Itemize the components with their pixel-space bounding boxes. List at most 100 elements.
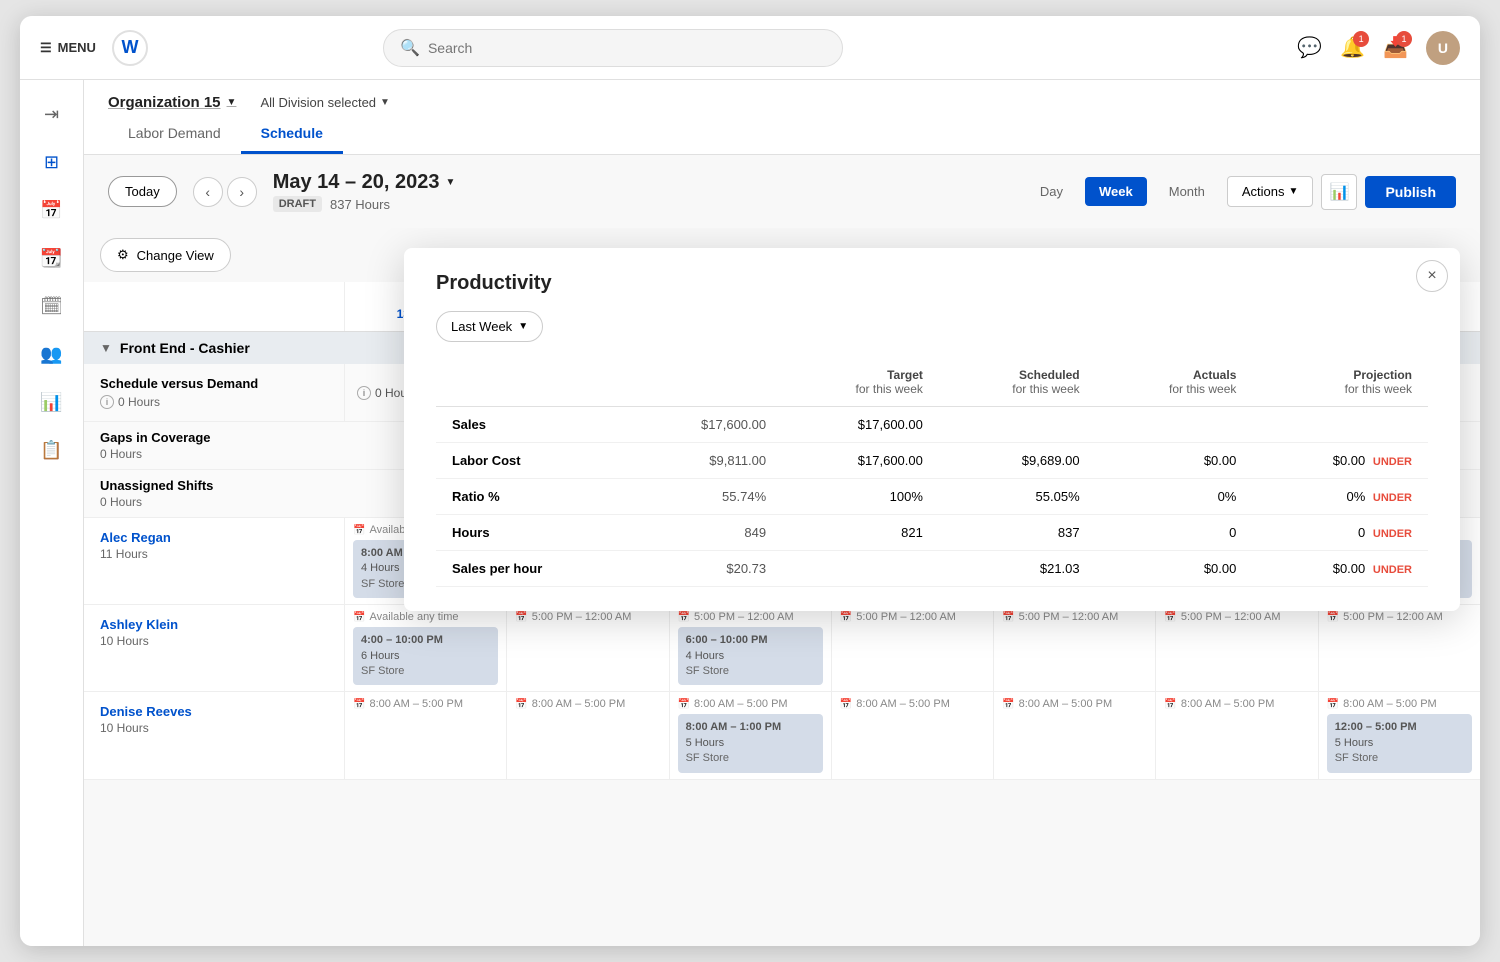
calendar-small-icon: 📅 [1327, 612, 1339, 623]
avail-ashley-tue: 📅 5:00 PM – 12:00 AM [678, 611, 823, 623]
menu-button[interactable]: ☰ MENU [40, 40, 96, 56]
table-row-hours: Hours 849 821 837 0 0 UNDER [436, 515, 1428, 551]
month-view-button[interactable]: Month [1155, 177, 1219, 206]
hamburger-icon: ☰ [40, 40, 52, 56]
publish-button[interactable]: Publish [1365, 176, 1456, 208]
calendar-small-icon: 📅 [353, 525, 365, 536]
projection-sales [1252, 407, 1428, 443]
prev-week-button[interactable]: ‹ [193, 177, 223, 207]
avail-denise-wed: 📅 8:00 AM – 5:00 PM [840, 698, 985, 710]
projection-salesperhour: $0.00 UNDER [1252, 551, 1428, 587]
sidebar-item-calendar2[interactable]: 📆 [30, 236, 74, 280]
calendar-icon: 📅 [40, 200, 62, 221]
employee-name-denise[interactable]: Denise Reeves [100, 704, 328, 719]
shift-denise-sat[interactable]: 12:00 – 5:00 PM 5 Hours SF Store [1327, 714, 1472, 772]
calendar-small-icon: 📅 [1164, 612, 1176, 623]
pin-icon: ⇥ [44, 104, 59, 125]
metric-ratio: Ratio % [436, 479, 629, 515]
shift-ashley-sun[interactable]: 4:00 – 10:00 PM 6 Hours SF Store [353, 627, 498, 685]
target-laborcost: $17,600.00 [782, 443, 939, 479]
table-header-row: Target for this week Scheduled for this … [436, 362, 1428, 407]
employee-name-alec[interactable]: Alec Regan [100, 530, 328, 545]
actuals-salesperhour: $0.00 [1096, 551, 1253, 587]
projection-laborcost: $0.00 UNDER [1252, 443, 1428, 479]
gaps-hours: 0 Hours [100, 447, 328, 461]
cell-denise-tue[interactable]: 📅 8:00 AM – 5:00 PM 8:00 AM – 1:00 PM 5 … [669, 692, 831, 778]
shift-denise-tue[interactable]: 8:00 AM – 1:00 PM 5 Hours SF Store [678, 714, 823, 772]
tab-schedule[interactable]: Schedule [241, 115, 343, 154]
sidebar-item-calendar1[interactable]: 📅 [30, 188, 74, 232]
sidebar-item-dashboard[interactable]: ⊞ [30, 140, 74, 184]
section-collapse-icon: ▼ [100, 341, 112, 355]
last-week-button[interactable]: Last Week ▼ [436, 311, 543, 342]
metric-hours: Hours [436, 515, 629, 551]
info-icon: i [100, 395, 114, 409]
unassigned-label-text: Unassigned Shifts [100, 478, 328, 493]
col-actuals: Actuals for this week [1096, 362, 1253, 407]
bar-chart-icon: 📊 [40, 392, 62, 413]
sidebar-item-people[interactable]: 👥 [30, 332, 74, 376]
shift-ashley-tue[interactable]: 6:00 – 10:00 PM 4 Hours SF Store [678, 627, 823, 685]
modal-close-button[interactable]: × [1416, 260, 1448, 292]
cell-denise-sat[interactable]: 📅 8:00 AM – 5:00 PM 12:00 – 5:00 PM 5 Ho… [1318, 692, 1480, 778]
schedule-area: ⚙ Change View Sun 14 139 Hours Mon 15 Tu… [84, 228, 1480, 946]
change-view-label: Change View [137, 248, 214, 263]
col-projection: Projection for this week [1252, 362, 1428, 407]
under-badge-salesperhour: UNDER [1373, 564, 1412, 576]
col-target: Target for this week [782, 362, 939, 407]
messages-button[interactable]: 💬 [1297, 35, 1322, 60]
menu-label: MENU [58, 40, 96, 55]
org-name-selector[interactable]: Organization 15 ▼ [108, 94, 236, 111]
value-hours: 849 [629, 515, 782, 551]
cell-ashley-fri: 📅 5:00 PM – 12:00 AM [1155, 605, 1317, 691]
cell-denise-sun: 📅 8:00 AM – 5:00 PM [344, 692, 506, 778]
notification-badge: 1 [1353, 31, 1369, 47]
table-row-laborcost: Labor Cost $9,811.00 $17,600.00 $9,689.0… [436, 443, 1428, 479]
message-icon: 💬 [1297, 37, 1322, 59]
change-view-button[interactable]: ⚙ Change View [100, 238, 231, 272]
employee-name-ashley[interactable]: Ashley Klein [100, 617, 328, 632]
demand-label-cell: Schedule versus Demand i 0 Hours [84, 364, 344, 421]
main-tabs: Labor Demand Schedule [108, 115, 1456, 154]
sidebar-item-calendar3[interactable]: 🗓 [30, 284, 74, 328]
avail-ashley-thu: 📅 5:00 PM – 12:00 AM [1002, 611, 1147, 623]
calendar-small-icon: 📅 [840, 699, 852, 710]
org-header: Organization 15 ▼ All Division selected … [84, 80, 1480, 155]
avail-ashley-sat: 📅 5:00 PM – 12:00 AM [1327, 611, 1472, 623]
sidebar-item-clipboard[interactable]: 📋 [30, 428, 74, 472]
value-ratio: 55.74% [629, 479, 782, 515]
avail-denise-mon: 📅 8:00 AM – 5:00 PM [515, 698, 660, 710]
search-input[interactable] [428, 40, 826, 56]
notifications-button[interactable]: 🔔 1 [1340, 35, 1365, 60]
calendar-small-icon: 📅 [678, 699, 690, 710]
actions-button[interactable]: Actions ▼ [1227, 176, 1314, 207]
productivity-chart-button[interactable]: 📊 [1321, 174, 1357, 210]
avail-denise-fri: 📅 8:00 AM – 5:00 PM [1164, 698, 1309, 710]
cell-ashley-sun[interactable]: 📅 Available any time 4:00 – 10:00 PM 6 H… [344, 605, 506, 691]
next-week-button[interactable]: › [227, 177, 257, 207]
employee-hours-denise: 10 Hours [100, 721, 328, 735]
scheduled-hours: 837 [939, 515, 1096, 551]
table-row-ratio: Ratio % 55.74% 100% 55.05% 0% 0% UNDER [436, 479, 1428, 515]
unassigned-label-cell: Unassigned Shifts 0 Hours [84, 470, 344, 517]
value-laborcost: $9,811.00 [629, 443, 782, 479]
user-avatar[interactable]: U [1426, 31, 1460, 65]
week-view-button[interactable]: Week [1085, 177, 1147, 206]
col-scheduled: Scheduled for this week [939, 362, 1096, 407]
bar-chart-icon: 📊 [1329, 182, 1349, 202]
tab-labor-demand[interactable]: Labor Demand [108, 115, 241, 154]
today-button[interactable]: Today [108, 176, 177, 207]
under-badge-ratio: UNDER [1373, 492, 1412, 504]
sidebar-item-pin[interactable]: ⇥ [30, 92, 74, 136]
employee-row-ashley: Ashley Klein 10 Hours 📅 Available any ti… [84, 605, 1480, 692]
settings-icon: ⚙ [117, 247, 129, 263]
inbox-button[interactable]: 📥 1 [1383, 35, 1408, 60]
date-dropdown-icon[interactable]: ▼ [446, 177, 456, 188]
division-selector[interactable]: All Division selected ▼ [260, 95, 390, 110]
day-view-button[interactable]: Day [1026, 177, 1077, 206]
metric-sales: Sales [436, 407, 629, 443]
cell-ashley-tue[interactable]: 📅 5:00 PM – 12:00 AM 6:00 – 10:00 PM 4 H… [669, 605, 831, 691]
search-bar[interactable]: 🔍 [383, 29, 843, 67]
sidebar-item-charts[interactable]: 📊 [30, 380, 74, 424]
division-text: All Division selected [260, 95, 376, 110]
